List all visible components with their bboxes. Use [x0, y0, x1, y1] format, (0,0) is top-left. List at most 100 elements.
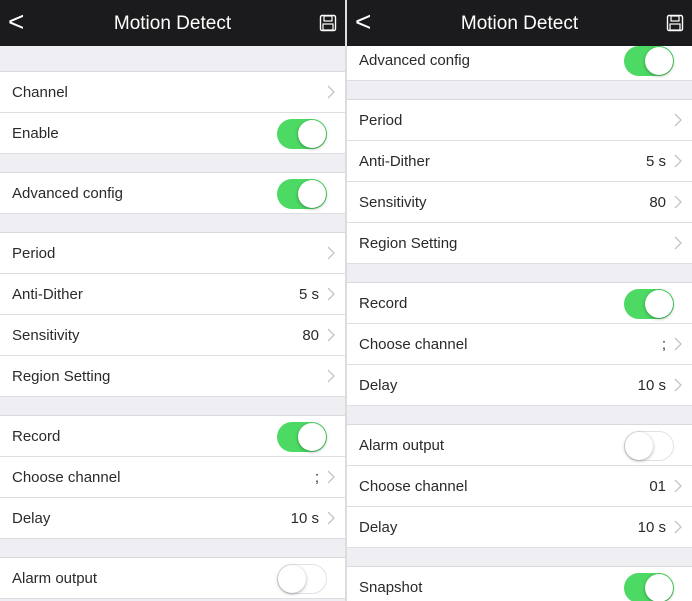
section-gap [347, 548, 692, 567]
row-label: Period [12, 245, 56, 262]
nav-bar: < Motion Detect [0, 0, 345, 46]
row-label: Delay [12, 510, 51, 527]
row-label: Channel [12, 84, 68, 101]
record-toggle[interactable] [624, 289, 674, 319]
row-record: Record [347, 283, 692, 324]
chevron-right-icon [674, 520, 682, 534]
row-label: Period [359, 112, 403, 129]
row-label: Alarm output [359, 437, 445, 454]
right-screen: Advanced config Period Anti-Dither 5 s S… [347, 0, 692, 601]
row-advanced-config: Advanced config [347, 40, 692, 81]
alarm-output-toggle[interactable] [277, 564, 327, 594]
row-label: Choose channel [359, 478, 468, 495]
section-gap [0, 539, 345, 558]
toggle-knob [645, 574, 673, 601]
left-screen: < Motion Detect Channel Enable Advanced … [0, 0, 345, 601]
row-value: 5 s [298, 286, 319, 303]
section-gap [0, 46, 345, 72]
row-choose-channel-alarm[interactable]: Choose channel 01 [347, 466, 692, 507]
row-label: Record [359, 295, 408, 312]
row-region-setting[interactable]: Region Setting [347, 223, 692, 264]
section-gap [0, 154, 345, 173]
row-record: Record [0, 416, 345, 457]
section-gap [0, 397, 345, 416]
row-sensitivity[interactable]: Sensitivity 80 [0, 315, 345, 356]
advanced-config-toggle[interactable] [624, 46, 674, 76]
toggle-knob [278, 565, 306, 593]
row-channel[interactable]: Channel [0, 72, 345, 113]
row-value: 80 [649, 194, 666, 211]
row-label: Record [12, 428, 61, 445]
row-alarm-output: Alarm output [347, 425, 692, 466]
record-toggle[interactable] [277, 422, 327, 452]
row-label: Advanced config [12, 185, 123, 202]
row-label: Enable [12, 125, 59, 142]
row-delay[interactable]: Delay 10 s [0, 498, 345, 539]
row-region-setting[interactable]: Region Setting [0, 356, 345, 397]
toggle-knob [645, 47, 673, 75]
chevron-right-icon [674, 154, 682, 168]
settings-list: Advanced config Period Anti-Dither 5 s S… [347, 40, 692, 601]
page-title: Motion Detect [460, 13, 579, 34]
row-label: Anti-Dither [12, 286, 83, 303]
row-period[interactable]: Period [347, 100, 692, 141]
row-anti-dither[interactable]: Anti-Dither 5 s [0, 274, 345, 315]
chevron-right-icon [327, 246, 335, 260]
section-gap [347, 406, 692, 425]
snapshot-toggle[interactable] [624, 573, 674, 601]
row-snapshot: Snapshot [347, 567, 692, 601]
toggle-knob [645, 290, 673, 318]
row-label: Advanced config [359, 52, 470, 69]
row-value: 10 s [637, 519, 666, 536]
section-gap [0, 214, 345, 233]
row-enable: Enable [0, 113, 345, 154]
row-label: Alarm output [12, 570, 98, 587]
toggle-knob [298, 423, 326, 451]
row-sensitivity[interactable]: Sensitivity 80 [347, 182, 692, 223]
row-value: ; [314, 469, 319, 486]
enable-toggle[interactable] [277, 119, 327, 149]
section-gap [347, 264, 692, 283]
row-advanced-config: Advanced config [0, 173, 345, 214]
alarm-output-toggle[interactable] [624, 431, 674, 461]
row-choose-channel[interactable]: Choose channel ; [347, 324, 692, 365]
toggle-knob [298, 120, 326, 148]
save-icon[interactable] [666, 14, 684, 32]
row-label: Choose channel [359, 336, 468, 353]
chevron-right-icon [327, 85, 335, 99]
row-label: Sensitivity [359, 194, 427, 211]
row-value: 10 s [637, 377, 666, 394]
chevron-right-icon [327, 287, 335, 301]
section-gap [347, 81, 692, 100]
row-label: Sensitivity [12, 327, 80, 344]
chevron-right-icon [674, 479, 682, 493]
settings-list: Channel Enable Advanced config Period An… [0, 46, 345, 599]
row-anti-dither[interactable]: Anti-Dither 5 s [347, 141, 692, 182]
chevron-right-icon [327, 369, 335, 383]
row-label: Anti-Dither [359, 153, 430, 170]
row-label: Delay [359, 377, 398, 394]
row-label: Snapshot [359, 579, 423, 596]
toggle-knob [298, 180, 326, 208]
row-value: 5 s [645, 153, 666, 170]
chevron-right-icon [674, 337, 682, 351]
row-choose-channel[interactable]: Choose channel ; [0, 457, 345, 498]
nav-bar: < Motion Detect [347, 0, 692, 46]
chevron-right-icon [674, 113, 682, 127]
save-icon[interactable] [319, 14, 337, 32]
row-period[interactable]: Period [0, 233, 345, 274]
page-title: Motion Detect [113, 13, 232, 34]
chevron-right-icon [674, 378, 682, 392]
row-delay-alarm[interactable]: Delay 10 s [347, 507, 692, 548]
row-label: Choose channel [12, 469, 121, 486]
chevron-right-icon [327, 328, 335, 342]
chevron-right-icon [327, 511, 335, 525]
chevron-right-icon [327, 470, 335, 484]
chevron-right-icon [674, 236, 682, 250]
toggle-knob [625, 432, 653, 460]
row-value: 80 [302, 327, 319, 344]
row-alarm-output: Alarm output [0, 558, 345, 599]
row-value: ; [661, 336, 666, 353]
advanced-config-toggle[interactable] [277, 179, 327, 209]
row-delay[interactable]: Delay 10 s [347, 365, 692, 406]
